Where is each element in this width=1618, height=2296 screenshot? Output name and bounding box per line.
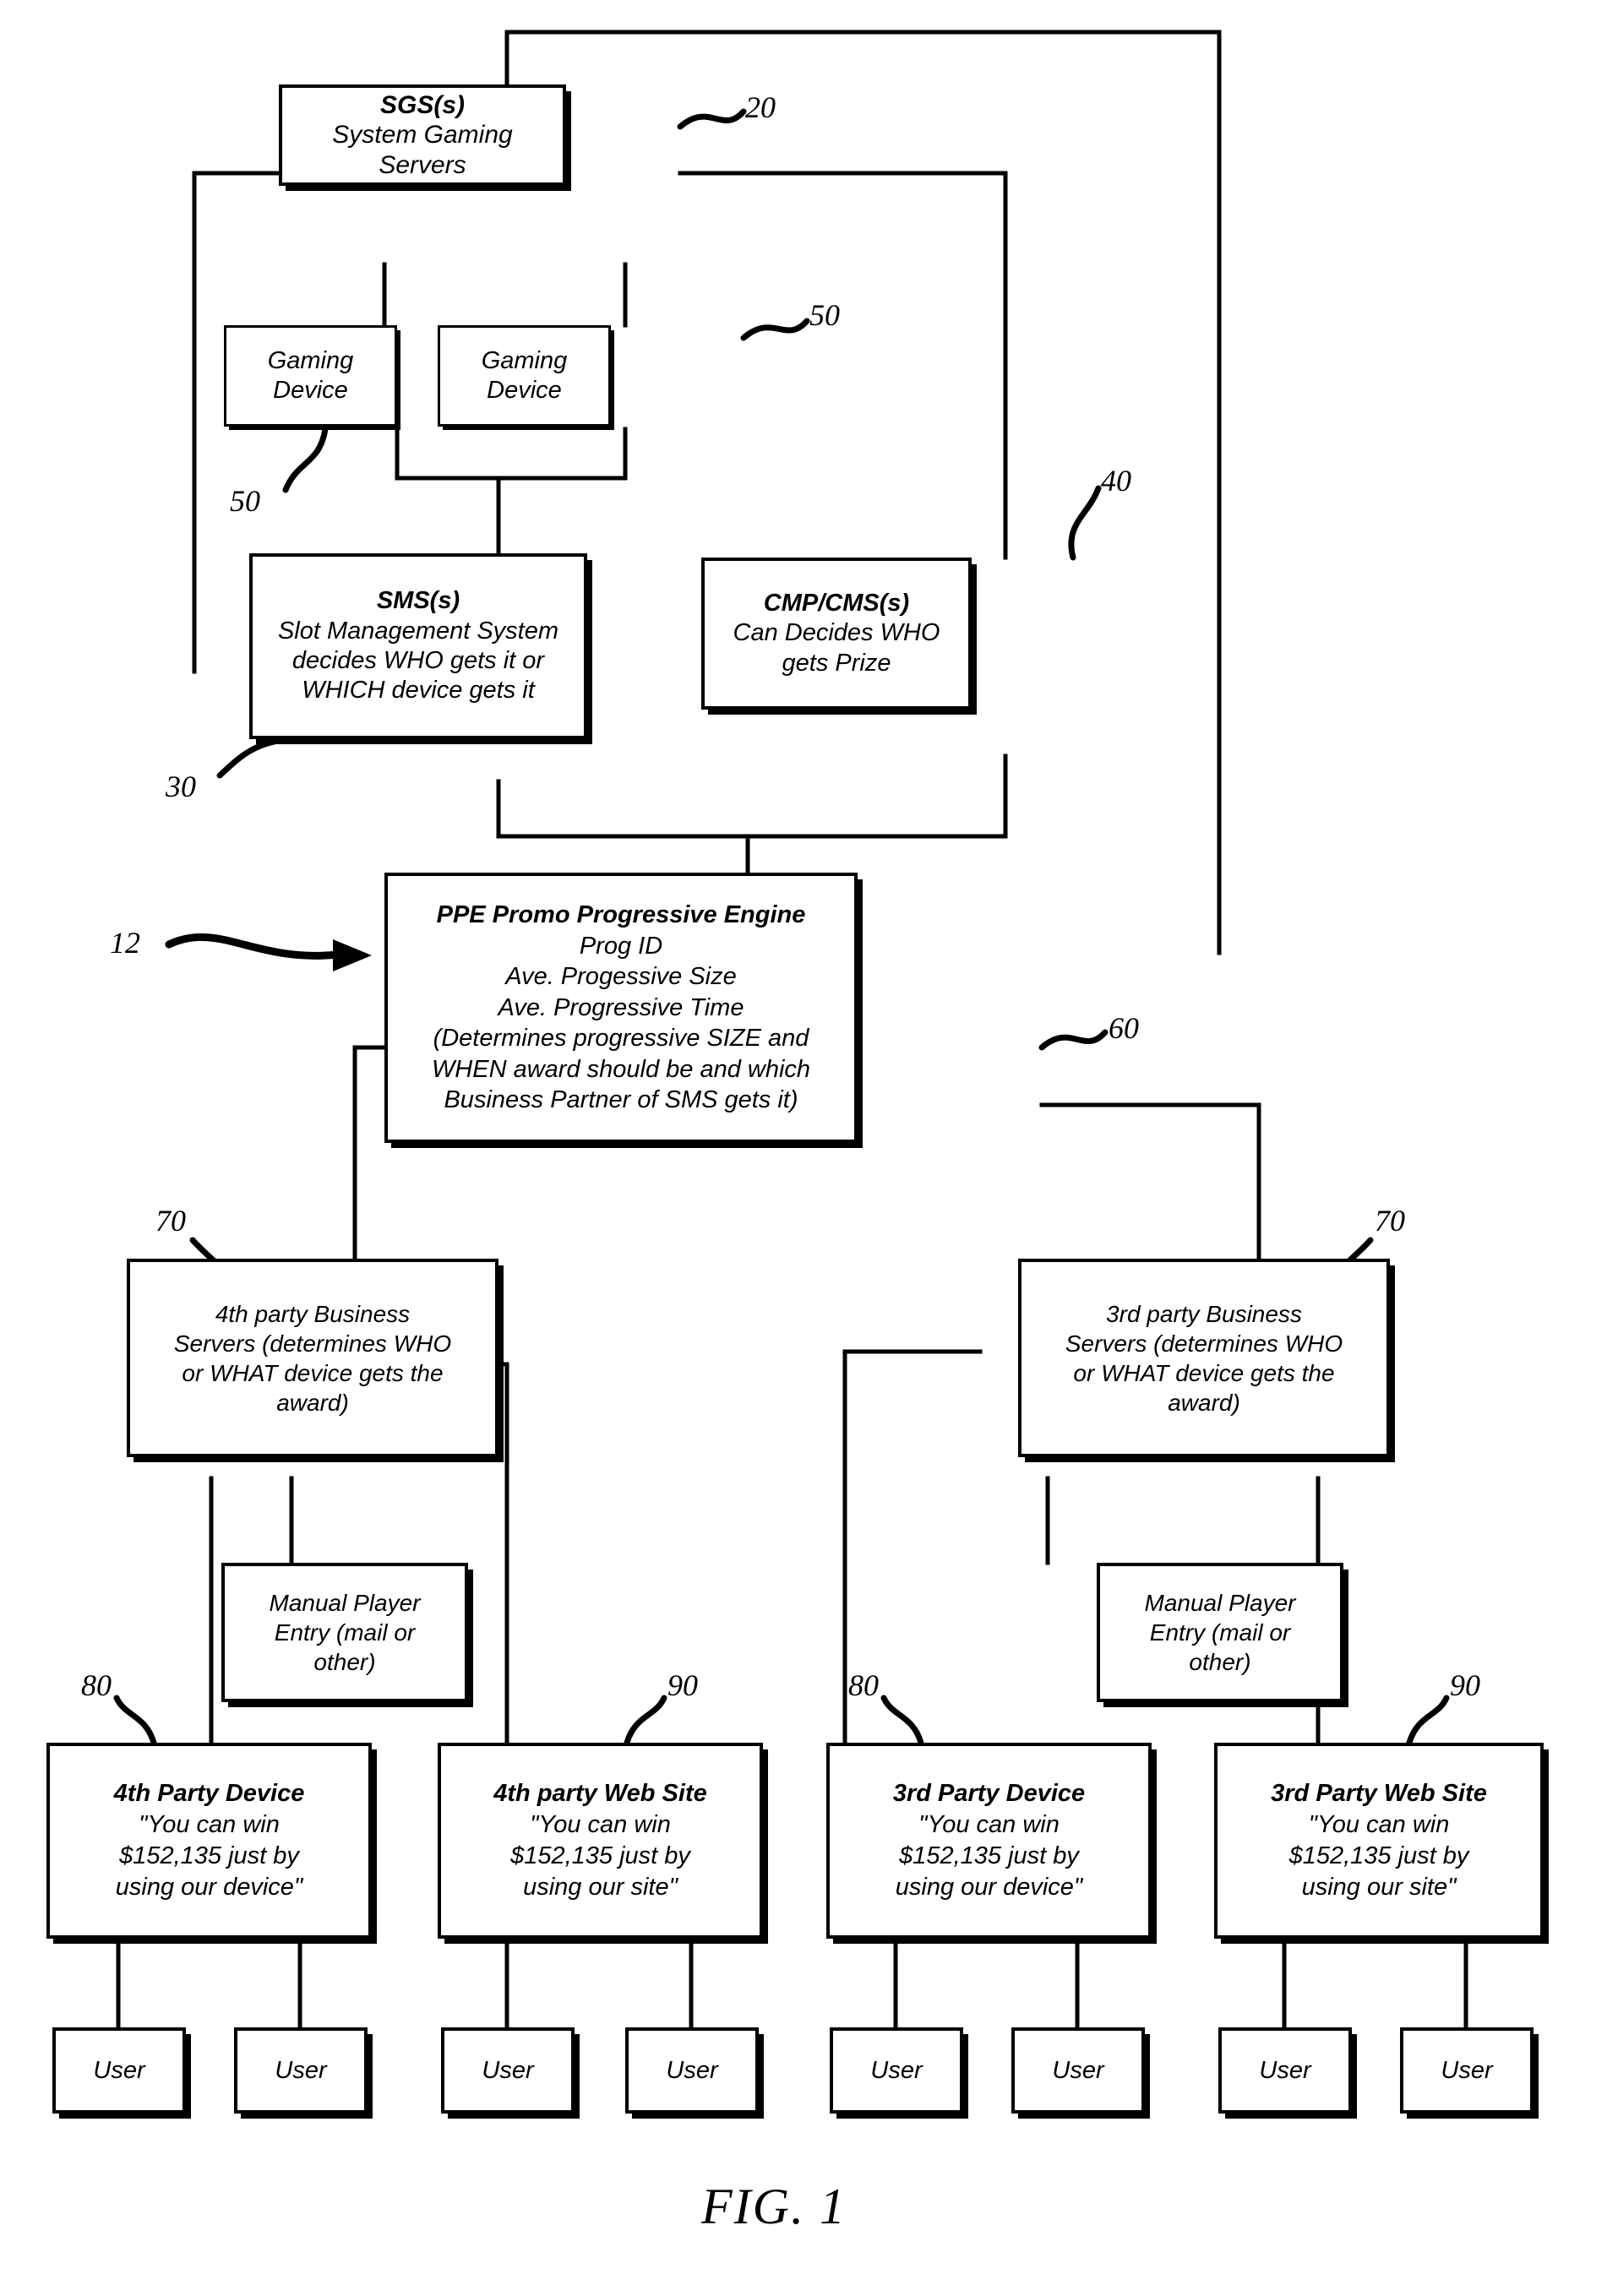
box-website-4th-line-0: "You can win [530,1810,671,1838]
ref-numeral-ppe: 60 [1109,1011,1139,1045]
box-website-4th[interactable]: 4th party Web Site "You can win $152,135… [438,1743,763,1939]
box-gaming-device-left-line-1: Device [273,377,348,404]
box-ppe-line-5: Business Partner of SMS gets it) [444,1086,798,1114]
box-ppe[interactable]: PPE Promo Progressive Engine Prog ID Ave… [384,873,858,1143]
box-user-4-label: User [666,2056,718,2084]
box-user-6[interactable]: User [1011,2027,1145,2114]
box-user-7[interactable]: User [1218,2027,1352,2114]
box-cmp-cms-line-1: gets Prize [782,649,891,677]
box-user-6-label: User [1052,2056,1104,2084]
ref-numeral-device-3rd: 80 [848,1668,879,1702]
box-device-3rd-line-0: "You can win [918,1810,1060,1838]
box-user-4[interactable]: User [625,2027,759,2114]
box-sgs-title: SGS(s) [379,90,466,119]
ref-numeral-website-4th: 90 [667,1668,698,1702]
box-sgs-line-0: System Gaming [332,121,513,150]
box-device-3rd-line-1: $152,135 just by [899,1842,1079,1869]
box-gaming-device-left-line-0: Gaming [267,347,354,375]
box-website-3rd-title: 3rd Party Web Site [1271,1779,1487,1807]
box-user-5[interactable]: User [830,2027,963,2114]
box-device-4th-title: 4th Party Device [113,1779,305,1807]
ref-numeral-website-3rd: 90 [1450,1668,1480,1702]
box-manual-entry-right-line-0: Manual Player [1144,1590,1296,1616]
box-manual-entry-left-line-0: Manual Player [269,1590,421,1616]
box-user-2[interactable]: User [234,2027,368,2114]
box-user-1[interactable]: User [52,2027,186,2114]
box-manual-entry-right[interactable]: Manual Player Entry (mail or other) [1097,1563,1343,1702]
box-gaming-device-right-line-0: Gaming [481,347,568,375]
box-ppe-line-3: (Determines progressive SIZE and [433,1025,809,1053]
ref-numeral-sms: 30 [166,770,196,803]
box-user-3-label: User [482,2056,534,2084]
box-gaming-device-left[interactable]: Gaming Device [224,325,397,427]
box-business-servers-3rd-line-0: 3rd party Business [1106,1300,1302,1327]
box-device-4th[interactable]: 4th Party Device "You can win $152,135 j… [46,1743,372,1939]
figure-caption: FIG. 1 [701,2179,847,2234]
ref-numeral-cmp-cms: 40 [1101,464,1131,498]
box-user-5-label: User [870,2056,923,2084]
box-cmp-cms[interactable]: CMP/CMS(s) Can Decides WHO gets Prize [701,558,972,710]
ref-numeral-business-servers-4th: 70 [155,1204,186,1238]
box-manual-entry-right-line-2: other) [1189,1649,1251,1675]
box-business-servers-3rd-line-1: Servers (determines WHO [1065,1330,1343,1357]
box-user-8[interactable]: User [1400,2027,1534,2114]
box-sms-line-2: WHICH device gets it [302,677,535,705]
ref-numeral-device-4th: 80 [81,1668,112,1702]
box-manual-entry-left-line-2: other) [313,1649,376,1675]
box-website-3rd-line-2: using our site" [1301,1874,1457,1902]
box-cmp-cms-title: CMP/CMS(s) [763,589,910,617]
box-device-4th-line-0: "You can win [139,1810,280,1838]
box-user-8-label: User [1441,2056,1493,2084]
box-sms-line-1: decides WHO gets it or [291,647,545,674]
box-business-servers-3rd-line-3: award) [1168,1389,1240,1416]
box-device-4th-line-2: using our device" [115,1874,303,1902]
box-device-3rd[interactable]: 3rd Party Device "You can win $152,135 j… [826,1743,1152,1939]
box-sgs-line-1: Servers [379,150,466,179]
box-business-servers-4th-line-1: Servers (determines WHO [173,1330,452,1357]
box-sms-line-0: Slot Management System [277,617,559,645]
box-user-7-label: User [1259,2056,1311,2084]
box-business-servers-4th[interactable]: 4th party Business Servers (determines W… [127,1259,498,1457]
box-ppe-line-1: Ave. Progessive Size [505,963,737,991]
ref-numeral-gaming-device-left: 50 [230,484,260,518]
box-gaming-device-right[interactable]: Gaming Device [438,325,611,427]
box-cmp-cms-line-0: Can Decides WHO [733,619,940,647]
box-device-4th-line-1: $152,135 just by [119,1842,299,1869]
box-ppe-title: PPE Promo Progressive Engine [436,901,806,929]
box-user-3[interactable]: User [441,2027,575,2114]
box-device-3rd-line-2: using our device" [895,1874,1083,1902]
ref-numeral-system: 12 [110,926,140,960]
ref-numeral-sgs: 20 [745,90,776,124]
box-business-servers-4th-line-0: 4th party Business [215,1300,411,1327]
ref-numeral-gaming-device-right: 50 [809,298,840,332]
patent-figure-page: SGS(s) System Gaming Servers Gaming Devi… [0,0,1618,2296]
box-device-3rd-title: 3rd Party Device [892,1779,1086,1807]
box-manual-entry-left[interactable]: Manual Player Entry (mail or other) [221,1563,468,1702]
box-website-3rd-line-0: "You can win [1308,1810,1450,1838]
box-sms[interactable]: SMS(s) Slot Management System decides WH… [249,553,587,739]
box-user-1-label: User [93,2056,145,2084]
box-ppe-line-0: Prog ID [579,932,663,960]
box-website-4th-line-1: $152,135 just by [510,1842,690,1869]
box-business-servers-4th-line-3: award) [276,1389,349,1416]
box-ppe-line-4: WHEN award should be and which [431,1055,811,1083]
system-pointer-arrow [165,933,372,971]
box-business-servers-4th-line-2: or WHAT device gets the [182,1359,444,1386]
ref-numeral-business-servers-3rd: 70 [1375,1204,1405,1238]
box-user-2-label: User [275,2056,327,2084]
box-gaming-device-right-line-1: Device [487,377,562,404]
box-sms-title: SMS(s) [376,587,460,615]
box-ppe-line-2: Ave. Progressive Time [498,993,744,1021]
box-business-servers-3rd[interactable]: 3rd party Business Servers (determines W… [1018,1259,1390,1457]
box-business-servers-3rd-line-2: or WHAT device gets the [1073,1359,1335,1386]
box-website-4th-title: 4th party Web Site [493,1779,707,1807]
box-website-3rd-line-1: $152,135 just by [1288,1842,1469,1869]
box-website-3rd[interactable]: 3rd Party Web Site "You can win $152,135… [1214,1743,1544,1939]
box-manual-entry-right-line-1: Entry (mail or [1149,1619,1291,1646]
box-sgs[interactable]: SGS(s) System Gaming Servers [279,84,566,186]
box-website-4th-line-2: using our site" [523,1874,678,1902]
box-manual-entry-left-line-1: Entry (mail or [274,1619,416,1646]
